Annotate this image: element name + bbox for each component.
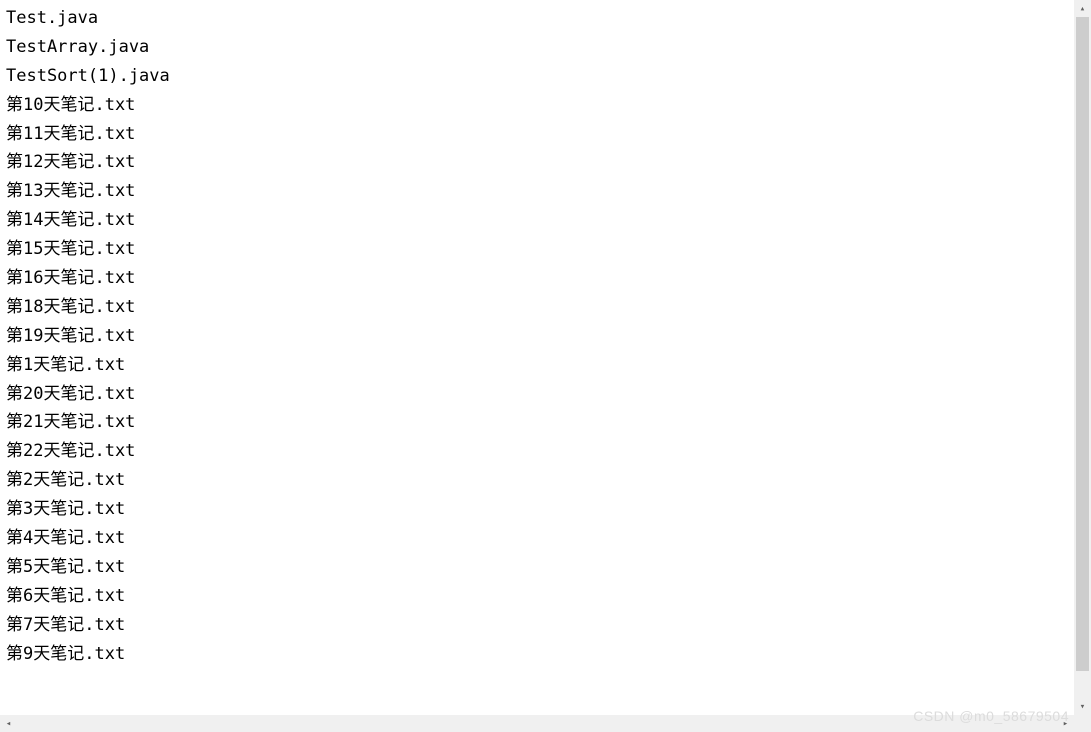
horizontal-scrollbar[interactable]: ◂ ▸ <box>0 715 1074 732</box>
scroll-corner <box>1074 715 1091 732</box>
file-line: 第3天笔记.txt <box>6 495 1068 524</box>
file-line: 第15天笔记.txt <box>6 235 1068 264</box>
file-line: 第9天笔记.txt <box>6 640 1068 669</box>
file-line: Test.java <box>6 4 1068 33</box>
file-line: 第1天笔记.txt <box>6 351 1068 380</box>
file-line: 第10天笔记.txt <box>6 91 1068 120</box>
file-line: 第12天笔记.txt <box>6 148 1068 177</box>
file-line: 第19天笔记.txt <box>6 322 1068 351</box>
file-line: 第20天笔记.txt <box>6 380 1068 409</box>
vertical-scroll-track[interactable] <box>1074 17 1091 698</box>
file-line: TestSort(1).java <box>6 62 1068 91</box>
file-line: 第11天笔记.txt <box>6 120 1068 149</box>
horizontal-scroll-track[interactable] <box>17 715 1057 732</box>
file-line: 第7天笔记.txt <box>6 611 1068 640</box>
scroll-left-button[interactable]: ◂ <box>0 715 17 732</box>
file-line: 第2天笔记.txt <box>6 466 1068 495</box>
file-line: 第13天笔记.txt <box>6 177 1068 206</box>
vertical-scroll-thumb[interactable] <box>1076 17 1089 671</box>
file-line: 第16天笔记.txt <box>6 264 1068 293</box>
scroll-down-button[interactable]: ▾ <box>1074 698 1091 715</box>
file-line: 第4天笔记.txt <box>6 524 1068 553</box>
vertical-scrollbar[interactable]: ▴ ▾ <box>1074 0 1091 715</box>
file-line: 第22天笔记.txt <box>6 437 1068 466</box>
file-line: 第21天笔记.txt <box>6 408 1068 437</box>
file-line: 第6天笔记.txt <box>6 582 1068 611</box>
file-line: 第18天笔记.txt <box>6 293 1068 322</box>
scroll-up-button[interactable]: ▴ <box>1074 0 1091 17</box>
file-line: TestArray.java <box>6 33 1068 62</box>
file-line: 第14天笔记.txt <box>6 206 1068 235</box>
scroll-right-button[interactable]: ▸ <box>1057 715 1074 732</box>
file-list-output: Test.javaTestArray.javaTestSort(1).java第… <box>0 0 1074 715</box>
file-line: 第5天笔记.txt <box>6 553 1068 582</box>
